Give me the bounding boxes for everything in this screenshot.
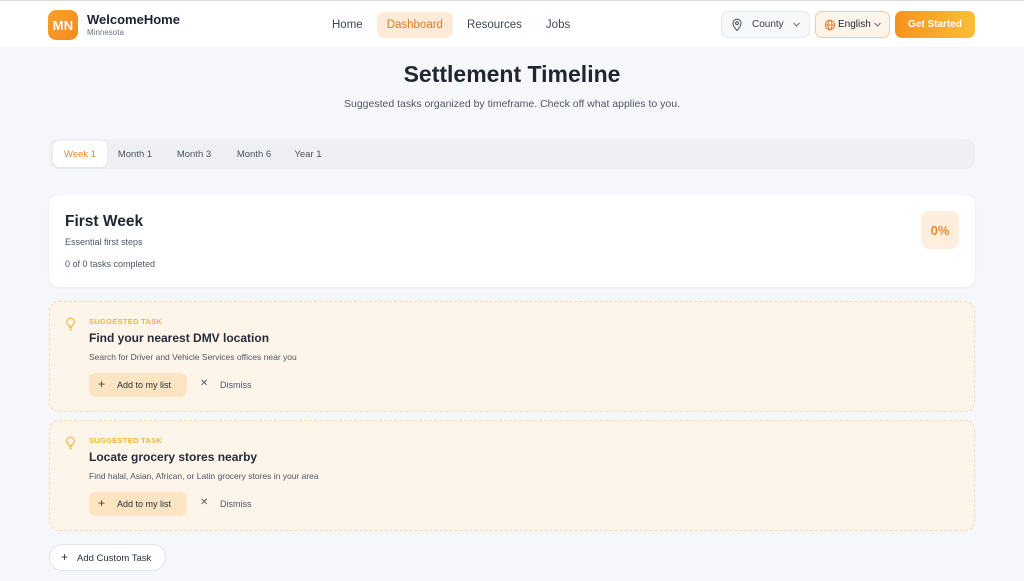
lightbulb-icon xyxy=(65,436,76,455)
nav-home[interactable]: Home xyxy=(322,12,373,38)
get-started-button[interactable]: Get Started xyxy=(895,11,975,38)
plus-icon: + xyxy=(98,496,106,510)
language-label: English xyxy=(838,19,871,30)
add-to-list-button[interactable]: + Add to my list xyxy=(89,492,187,516)
tab-month-6[interactable]: Month 6 xyxy=(227,141,281,167)
plus-icon: + xyxy=(61,550,69,564)
week-summary-card: First Week Essential first steps 0 of 0 … xyxy=(49,195,975,287)
suggested-task-card: SUGGESTED TASK Locate grocery stores nea… xyxy=(49,420,975,531)
page-subtitle: Suggested tasks organized by timeframe. … xyxy=(344,98,680,110)
tab-month-3[interactable]: Month 3 xyxy=(167,141,221,167)
add-to-list-label: Add to my list xyxy=(117,499,172,509)
nav-jobs[interactable]: Jobs xyxy=(536,12,580,38)
tab-week-1[interactable]: Week 1 xyxy=(53,141,107,167)
chevron-down-icon xyxy=(792,20,801,32)
close-icon: ✕ xyxy=(200,378,209,389)
brand-state: Minnesota xyxy=(87,28,124,37)
task-description: Search for Driver and Vehicle Services o… xyxy=(89,352,297,362)
dismiss-label: Dismiss xyxy=(220,380,252,390)
task-description: Find halal, Asian, African, or Latin gro… xyxy=(89,471,319,481)
summary-subtitle: Essential first steps xyxy=(65,237,143,247)
nav-dashboard[interactable]: Dashboard xyxy=(376,12,453,38)
close-icon: ✕ xyxy=(200,497,209,508)
add-to-list-label: Add to my list xyxy=(117,380,172,390)
main-nav: Home Dashboard Resources Jobs xyxy=(322,12,584,38)
brand-name[interactable]: WelcomeHome xyxy=(87,12,180,27)
add-to-list-button[interactable]: + Add to my list xyxy=(89,373,187,397)
plus-icon: + xyxy=(98,377,106,391)
page-title: Settlement Timeline xyxy=(403,61,621,87)
task-title: Locate grocery stores nearby xyxy=(89,450,258,464)
tab-month-1[interactable]: Month 1 xyxy=(109,141,161,167)
dismiss-button[interactable]: ✕ Dismiss xyxy=(198,492,262,516)
map-pin-icon xyxy=(731,18,743,35)
task-kicker: SUGGESTED TASK xyxy=(89,317,163,326)
dismiss-label: Dismiss xyxy=(220,499,252,509)
add-custom-task-button[interactable]: + Add Custom Task xyxy=(49,544,166,571)
nav-resources[interactable]: Resources xyxy=(457,12,532,38)
language-select[interactable]: English xyxy=(815,11,890,38)
dismiss-button[interactable]: ✕ Dismiss xyxy=(198,373,262,397)
lightbulb-icon xyxy=(65,317,76,336)
county-label: County xyxy=(752,19,784,30)
suggested-task-card: SUGGESTED TASK Find your nearest DMV loc… xyxy=(49,301,975,412)
summary-progress-text: 0 of 0 tasks completed xyxy=(65,259,156,269)
county-select[interactable]: County xyxy=(721,11,810,38)
task-title: Find your nearest DMV location xyxy=(89,331,270,345)
top-header: MN WelcomeHome Minnesota Home Dashboard … xyxy=(0,0,1024,47)
logo-badge[interactable]: MN xyxy=(48,10,78,40)
globe-icon xyxy=(824,19,836,34)
chevron-down-icon xyxy=(873,20,882,32)
progress-percent-badge: 0% xyxy=(921,211,959,249)
tab-year-1[interactable]: Year 1 xyxy=(287,141,329,167)
timeframe-tabs: Week 1 Month 1 Month 3 Month 6 Year 1 xyxy=(49,139,975,169)
add-custom-task-label: Add Custom Task xyxy=(77,553,152,564)
summary-title: First Week xyxy=(65,213,144,230)
task-kicker: SUGGESTED TASK xyxy=(89,436,163,445)
